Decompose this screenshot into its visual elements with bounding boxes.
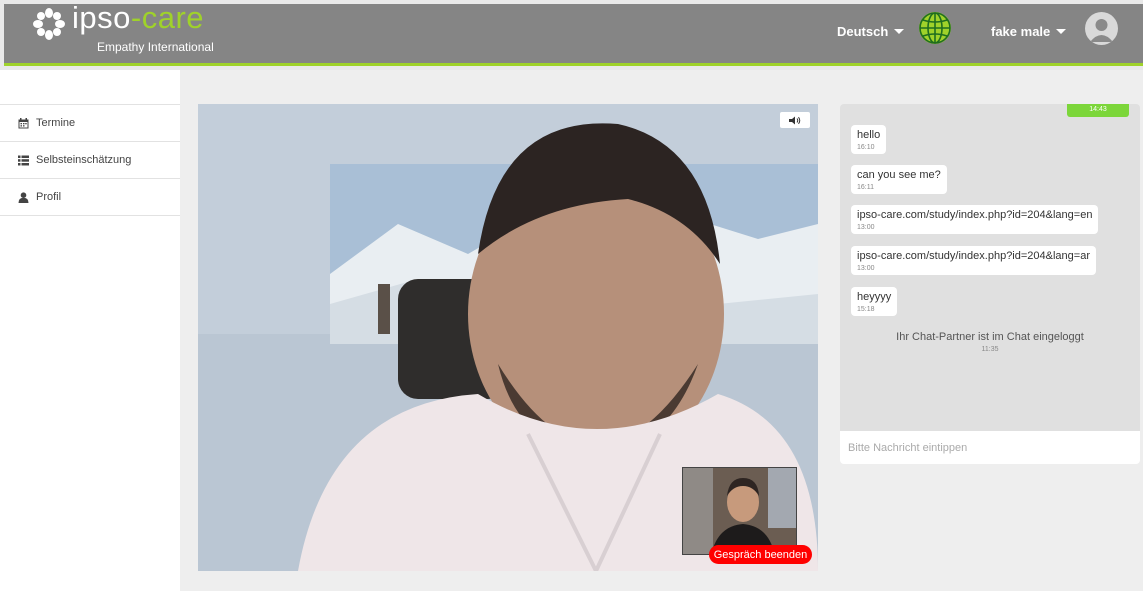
sidebar: Termine Selbsteinschätzung Profil xyxy=(0,104,180,216)
chat-message[interactable]: ipso-care.com/study/index.php?id=204&lan… xyxy=(851,246,1096,275)
system-message-time: 11:35 xyxy=(981,346,999,353)
chat-message-text: heyyyy xyxy=(857,291,892,303)
sidebar-item-profil[interactable]: Profil xyxy=(0,179,180,216)
chat-message: can you see me? 16:11 xyxy=(851,165,947,194)
chevron-down-icon xyxy=(1056,29,1067,34)
header: ipso-care Empathy International Deutsch … xyxy=(4,0,1143,66)
user-name: fake male xyxy=(991,24,1051,39)
speaker-icon xyxy=(789,116,801,124)
user-dropdown[interactable]: fake male xyxy=(991,24,1067,39)
globe-icon[interactable] xyxy=(917,10,953,46)
avatar[interactable] xyxy=(1085,12,1118,45)
logo-care: -care xyxy=(130,0,205,35)
logo-ipso: ipso xyxy=(72,0,131,35)
chat-message-time: 13:00 xyxy=(857,265,875,272)
logo-wordmark: ipso-care xyxy=(72,0,204,38)
system-message: Ihr Chat-Partner ist im Chat eingeloggt … xyxy=(840,331,1140,353)
sidebar-item-label: Profil xyxy=(36,191,62,203)
chat-message-text: ipso-care.com/study/index.php?id=204&lan… xyxy=(857,209,1093,221)
chat-message-time: 16:11 xyxy=(857,184,874,191)
chat-message-text: can you see me? xyxy=(857,169,941,181)
own-message-time: 14:43 xyxy=(1067,104,1129,117)
avatar-user-icon xyxy=(1090,19,1113,42)
chat-message-time: 13:00 xyxy=(857,224,875,231)
language-dropdown[interactable]: Deutsch xyxy=(837,24,905,39)
user-icon xyxy=(18,191,29,203)
self-view-video[interactable] xyxy=(682,467,797,555)
chat-message-input[interactable] xyxy=(840,431,1140,464)
chat-message-text: hello xyxy=(857,129,881,141)
self-view-frame xyxy=(683,468,796,554)
sidebar-item-label: Selbsteinschätzung xyxy=(36,154,132,166)
chat-message-time: 15:18 xyxy=(857,306,875,313)
sidebar-item-termine[interactable]: Termine xyxy=(0,105,180,142)
chat-message-time: 16:10 xyxy=(857,144,875,151)
sidebar-item-selbsteinschaetzung[interactable]: Selbsteinschätzung xyxy=(0,142,180,179)
logo-subtitle: Empathy International xyxy=(97,40,214,54)
system-message-text: Ihr Chat-Partner ist im Chat eingeloggt xyxy=(896,331,1084,343)
chat-message: heyyyy 15:18 xyxy=(851,287,898,316)
language-label: Deutsch xyxy=(837,24,889,39)
chat-message-text: ipso-care.com/study/index.php?id=204&lan… xyxy=(857,250,1090,262)
volume-button[interactable] xyxy=(780,112,810,128)
chat-message[interactable]: ipso-care.com/study/index.php?id=204&lan… xyxy=(851,205,1099,234)
chat-message: hello 16:10 xyxy=(851,125,887,154)
calendar-icon xyxy=(18,117,29,128)
sidebar-item-label: Termine xyxy=(36,117,76,129)
end-call-button[interactable]: Gespräch beenden xyxy=(709,545,812,564)
logo-flower-icon xyxy=(33,8,65,40)
chevron-down-icon xyxy=(894,29,905,34)
list-icon xyxy=(18,155,29,165)
